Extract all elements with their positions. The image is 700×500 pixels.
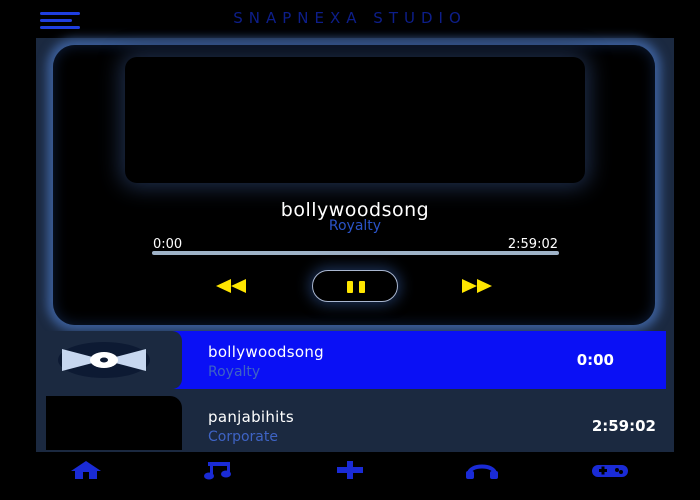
track-time: 0:00 — [576, 351, 614, 369]
track-time: 2:59:02 — [591, 417, 656, 435]
bottom-nav — [0, 452, 700, 500]
nav-games-button[interactable] — [590, 460, 628, 480]
headphones-icon — [466, 464, 498, 479]
nav-add-button[interactable] — [332, 460, 368, 480]
nav-music-button[interactable] — [200, 460, 236, 480]
pause-button[interactable] — [312, 270, 398, 302]
track-row-bollywoodsong[interactable]: bollywoodsong Royalty 0:00 — [46, 331, 666, 389]
music-note-icon — [204, 462, 231, 480]
now-playing-artist: Royalty — [328, 218, 382, 234]
track-title: bollywoodsong — [208, 343, 324, 361]
track-thumbnail — [46, 331, 182, 389]
track-title: panjabihits — [208, 408, 294, 426]
progress-bar[interactable] — [152, 251, 559, 255]
nav-headphones-button[interactable] — [464, 460, 500, 480]
fast-forward-icon — [462, 279, 492, 293]
track-artist: Royalty — [208, 364, 261, 380]
app-header: SNAPNEXA STUDIO — [0, 0, 700, 38]
track-row-panjabihits[interactable]: panjabihits Corporate 2:59:02 — [46, 396, 666, 450]
album-art — [125, 57, 585, 183]
rewind-icon — [216, 279, 246, 293]
home-icon — [71, 461, 101, 479]
nav-home-button[interactable] — [68, 460, 104, 480]
duration: 2:59:02 — [507, 237, 558, 252]
gamepad-icon — [592, 465, 628, 477]
plus-icon — [337, 461, 363, 479]
track-artist: Corporate — [208, 429, 278, 445]
track-thumbnail — [46, 396, 182, 450]
rewind-button[interactable] — [214, 278, 250, 294]
disc-icon — [58, 342, 150, 378]
app-title: SNAPNEXA STUDIO — [233, 9, 467, 27]
current-time: 0:00 — [153, 237, 183, 252]
fast-forward-button[interactable] — [460, 278, 496, 294]
